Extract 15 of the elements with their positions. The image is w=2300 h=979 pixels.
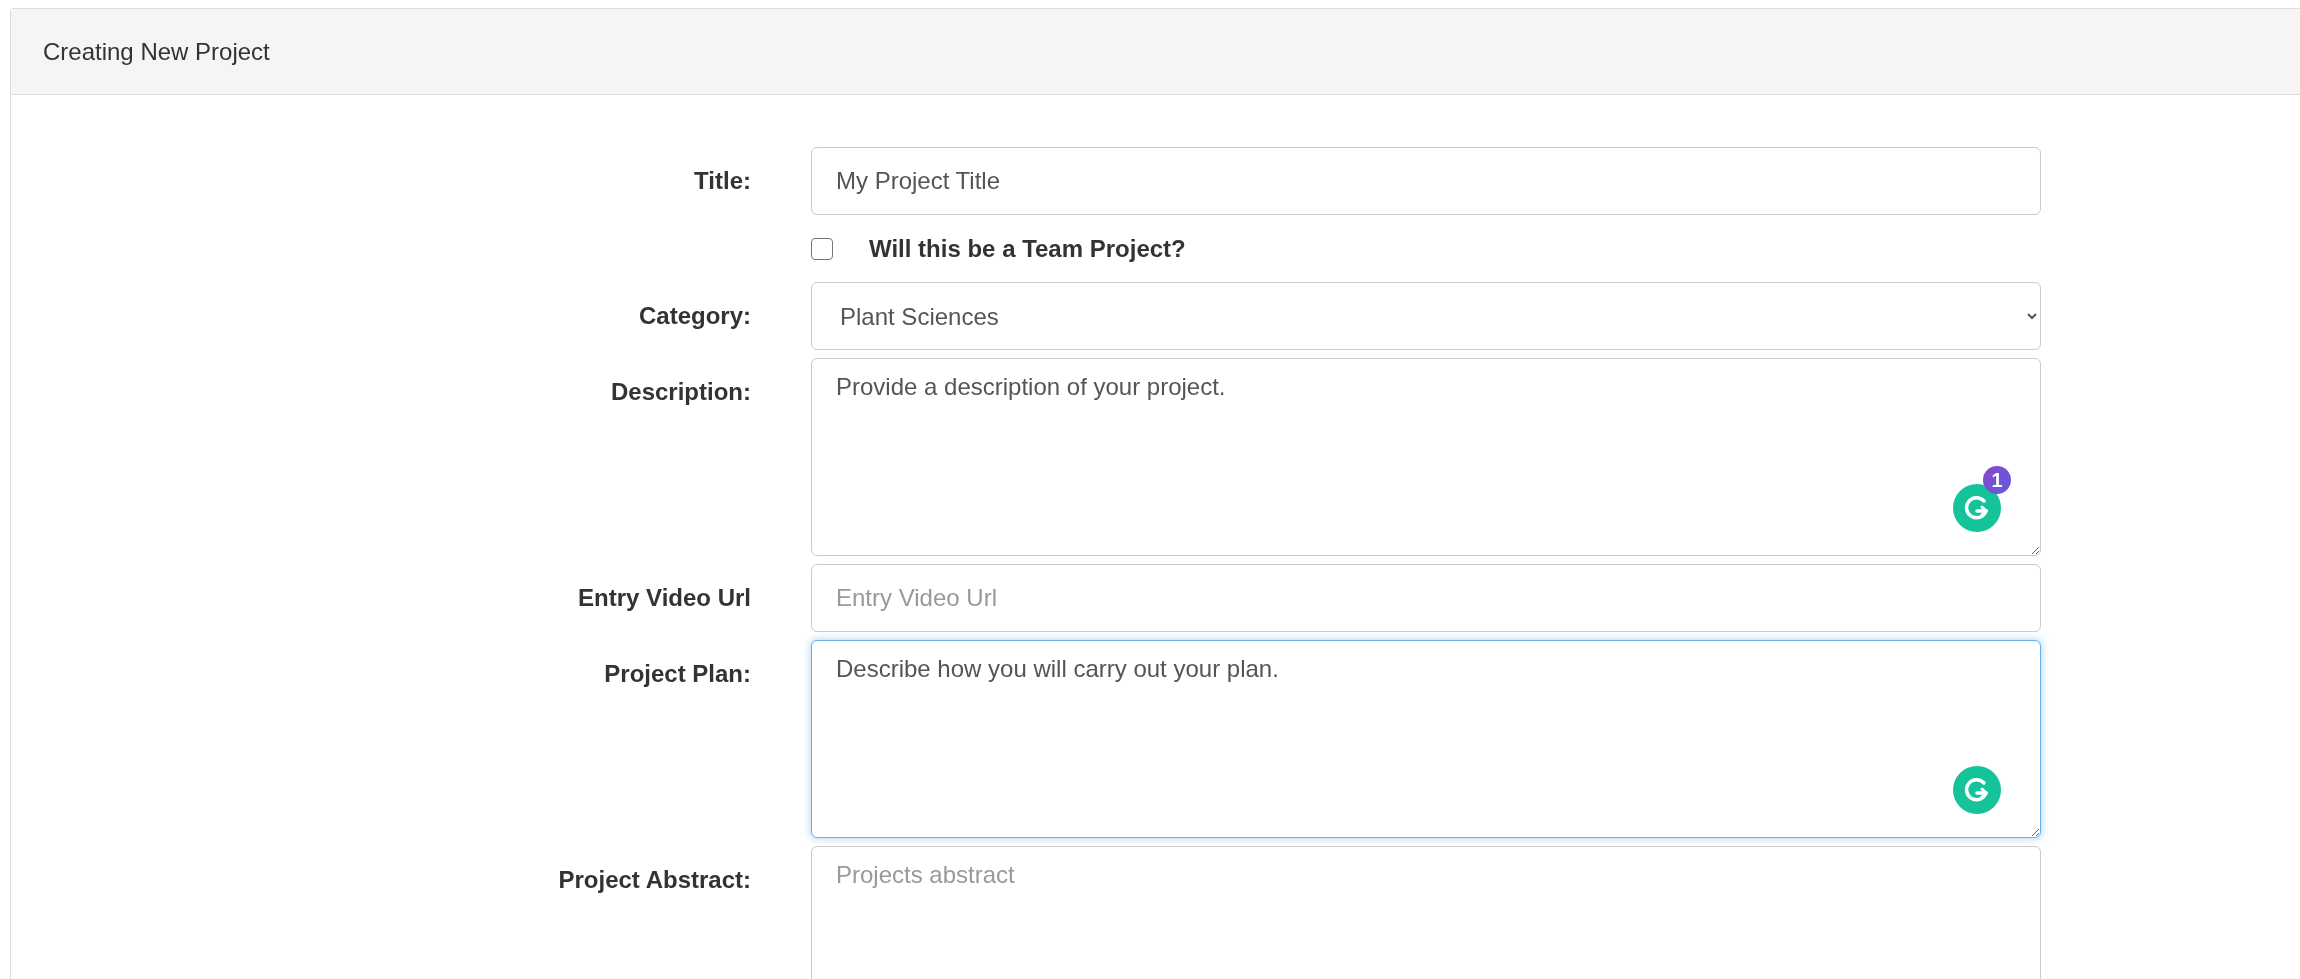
grammar-assistant-icon[interactable] <box>1953 766 2001 814</box>
field-label: Entry Video Url <box>578 583 751 613</box>
category-dropdown[interactable]: Plant Sciences <box>811 282 2041 350</box>
field-label: Category: <box>638 301 751 331</box>
field-label: Description: <box>611 377 751 407</box>
text-input-field[interactable]: Entry Video Url <box>811 564 2041 632</box>
checkbox-label: Will this be a Team Project? <box>869 234 1186 263</box>
field-label: Project Abstract: <box>558 865 751 895</box>
text-area-field[interactable]: Projects abstract <box>811 846 2041 979</box>
field-label: Project Plan: <box>604 659 751 689</box>
field-label: Title: <box>694 166 751 196</box>
panel-title: Creating New Project <box>43 37 270 66</box>
team-project-checkbox[interactable] <box>811 237 833 260</box>
text-area-field[interactable]: Describe how you will carry out your plan. <box>811 640 2041 838</box>
text-input-field[interactable]: My Project Title <box>811 147 2041 215</box>
